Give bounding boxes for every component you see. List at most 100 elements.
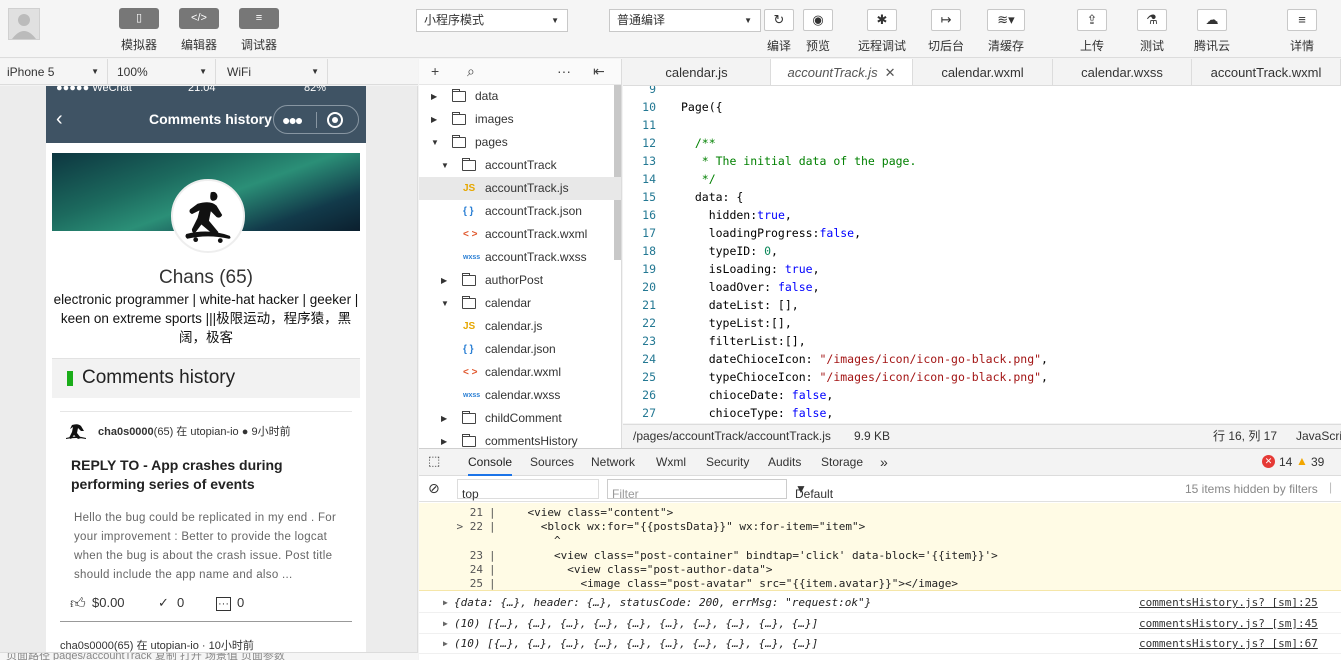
folder-row[interactable]: ▶ childComment — [419, 407, 621, 430]
line-number: 25 — [469, 577, 483, 590]
search-icon[interactable]: ⌕ — [467, 63, 475, 80]
devtools-tab[interactable]: Console — [468, 449, 513, 476]
thumbs-up-icon[interactable]: 👍︎ — [70, 595, 86, 613]
devtools-tab[interactable]: Sources — [530, 449, 574, 476]
chevron-down-icon[interactable]: ▼ — [441, 154, 449, 177]
more-icon[interactable]: ··· — [557, 63, 571, 79]
warning-count[interactable]: 39 — [1311, 449, 1324, 476]
collapse-icon[interactable]: ⇤ — [593, 63, 605, 80]
error-count[interactable]: 14 — [1279, 449, 1292, 476]
code-token: dateList: [], — [681, 298, 799, 312]
filter-input[interactable]: Filter — [607, 479, 787, 501]
file-row[interactable]: { } calendar.json — [419, 338, 621, 361]
compile-select[interactable]: 普通编译 ▼ — [609, 9, 761, 32]
inspect-icon[interactable]: ⬚ — [428, 453, 440, 469]
clear-console-icon[interactable]: ⊘ — [428, 480, 440, 497]
more-dots-icon[interactable]: ●●● — [282, 112, 303, 128]
console-log-entry[interactable]: ▶ {data: {…}, header: {…}, statusCode: 20… — [419, 592, 1341, 613]
file-row[interactable]: < > calendar.wxml — [419, 361, 621, 384]
editor-tab[interactable]: calendar.js — [623, 59, 771, 85]
background-button[interactable]: ↦ 切后台 — [916, 9, 976, 55]
file-row[interactable]: < > accountTrack.wxml — [419, 223, 621, 246]
expand-triangle-icon[interactable]: ▶ — [443, 633, 448, 654]
chevron-right-icon[interactable]: ▶ — [441, 430, 447, 448]
network-select[interactable]: WiFi ▼ — [220, 59, 328, 85]
code-text: loadOver: false, — [681, 278, 820, 296]
editor-tab-label: accountTrack.js — [787, 65, 878, 80]
phone-icon: ▯ — [119, 8, 159, 29]
file-row[interactable]: JS calendar.js — [419, 315, 621, 338]
folder-row[interactable]: ▶ images — [419, 108, 621, 131]
details-button[interactable]: ≡ 详情 — [1272, 9, 1332, 55]
chevron-right-icon[interactable]: ▶ — [441, 407, 447, 430]
folder-row[interactable]: ▼ accountTrack — [419, 154, 621, 177]
devtools-tab[interactable]: Security — [706, 449, 749, 476]
simulator-button[interactable]: ▯ 模拟器 — [109, 8, 169, 54]
chevron-right-icon[interactable]: ▶ — [431, 85, 437, 108]
log-source-link[interactable]: commentsHistory.js? [sm]:67 — [1139, 633, 1318, 654]
zoom-select[interactable]: 100% ▼ — [110, 59, 216, 85]
editor-tab[interactable]: calendar.wxss — [1053, 59, 1192, 85]
code-token: , — [812, 280, 820, 294]
comment-card[interactable]: cha0s0000(65) 在 utopian-io ● 9小时前 REPLY … — [60, 411, 352, 623]
comment-author[interactable]: cha0s0000 — [98, 426, 154, 438]
devtools-tab[interactable]: Wxml — [656, 449, 686, 476]
console-log-entry[interactable]: ▶ (10) [{…}, {…}, {…}, {…}, {…}, {…}, {…}… — [419, 633, 1341, 654]
expand-triangle-icon[interactable]: ▶ — [443, 613, 448, 634]
test-button[interactable]: ⚗ 测试 — [1122, 9, 1182, 55]
folder-row[interactable]: ▶ data — [419, 85, 621, 108]
folder-row[interactable]: ▼ pages — [419, 131, 621, 154]
levels-select[interactable]: Default levels ▼ — [795, 482, 833, 515]
chevron-down-icon[interactable]: ▼ — [431, 131, 439, 154]
console-log-entry[interactable]: ▶ (10) [{…}, {…}, {…}, {…}, {…}, {…}, {…}… — [419, 613, 1341, 634]
line-number: 9 — [649, 86, 656, 96]
main-toolbar: ▯ 模拟器 </> 编辑器 ≡ 调试器 小程序模式 ▼ 普通编译 ▼ ↻ 编译 … — [0, 0, 1341, 58]
code-line: 11 — [623, 116, 1341, 134]
log-source-link[interactable]: commentsHistory.js? [sm]:25 — [1139, 592, 1318, 613]
file-row[interactable]: JS accountTrack.js — [419, 177, 621, 200]
phone-status-bar: ●●●●● WeChat 21:04 82% — [46, 86, 366, 96]
chevron-down-icon[interactable]: ▼ — [441, 292, 449, 315]
chat-icon[interactable]: ··· — [216, 597, 231, 611]
editor-tab[interactable]: accountTrack.js ✕ — [771, 59, 913, 85]
folder-row[interactable]: ▼ calendar — [419, 292, 621, 315]
file-row[interactable]: { } accountTrack.json — [419, 200, 621, 223]
user-avatar[interactable] — [8, 8, 40, 40]
upload-button[interactable]: ⇪ 上传 — [1062, 9, 1122, 55]
chevron-right-icon[interactable]: ▶ — [441, 269, 447, 292]
file-tree-label: calendar.wxss — [485, 388, 561, 402]
log-source-link[interactable]: commentsHistory.js? [sm]:45 — [1139, 613, 1318, 634]
editor-button[interactable]: </> 编辑器 — [169, 8, 229, 54]
preview-button[interactable]: ◉ 预览 — [788, 9, 848, 55]
comment-card[interactable]: cha0s0000(65) 在 utopian-io · 10小时前 — [60, 637, 352, 653]
file-row[interactable]: wxss calendar.wxss — [419, 384, 621, 407]
more-tabs-icon[interactable]: » — [880, 449, 888, 476]
chevron-right-icon[interactable]: ▶ — [431, 108, 437, 131]
code-editor[interactable]: 9 10 Page({11 12 /** 13 * The initial data o… — [623, 86, 1341, 423]
remote-debug-button[interactable]: ✱ 远程调试 — [852, 9, 912, 55]
comment-title[interactable]: REPLY TO - App crashes during performing… — [71, 456, 341, 494]
tencent-cloud-button[interactable]: ☁ 腾讯云 — [1182, 9, 1242, 55]
device-model-select[interactable]: iPhone 5 ▼ — [0, 59, 108, 85]
folder-row[interactable]: ▶ authorPost — [419, 269, 621, 292]
expand-triangle-icon[interactable]: ▶ — [443, 592, 448, 613]
devtools-tab[interactable]: Network — [591, 449, 635, 476]
mode-select[interactable]: 小程序模式 ▼ — [416, 9, 568, 32]
editor-tab[interactable]: calendar.wxml — [913, 59, 1053, 85]
language-mode[interactable]: JavaScript — [1296, 425, 1341, 447]
editor-tab[interactable]: accountTrack.wxml — [1192, 59, 1341, 85]
close-icon[interactable]: ✕ — [885, 65, 896, 80]
back-icon[interactable]: ‹ — [56, 108, 63, 131]
wxss-file-icon: wxss — [463, 392, 481, 399]
file-row[interactable]: wxss accountTrack.wxss — [419, 246, 621, 269]
context-select[interactable]: top — [457, 479, 599, 501]
devtools-tab[interactable]: Audits — [768, 449, 801, 476]
folder-row[interactable]: ▶ commentsHistory — [419, 430, 621, 448]
file-tree-label: commentsHistory — [485, 434, 578, 448]
add-icon[interactable]: + — [431, 63, 439, 79]
devtools-tab[interactable]: Storage — [821, 449, 863, 476]
clear-cache-button[interactable]: ≋▾ 清缓存 — [976, 9, 1036, 55]
debugger-button[interactable]: ≡ 调试器 — [229, 8, 289, 54]
close-target-icon[interactable] — [327, 112, 343, 128]
capsule-menu[interactable]: ●●● — [273, 105, 359, 134]
